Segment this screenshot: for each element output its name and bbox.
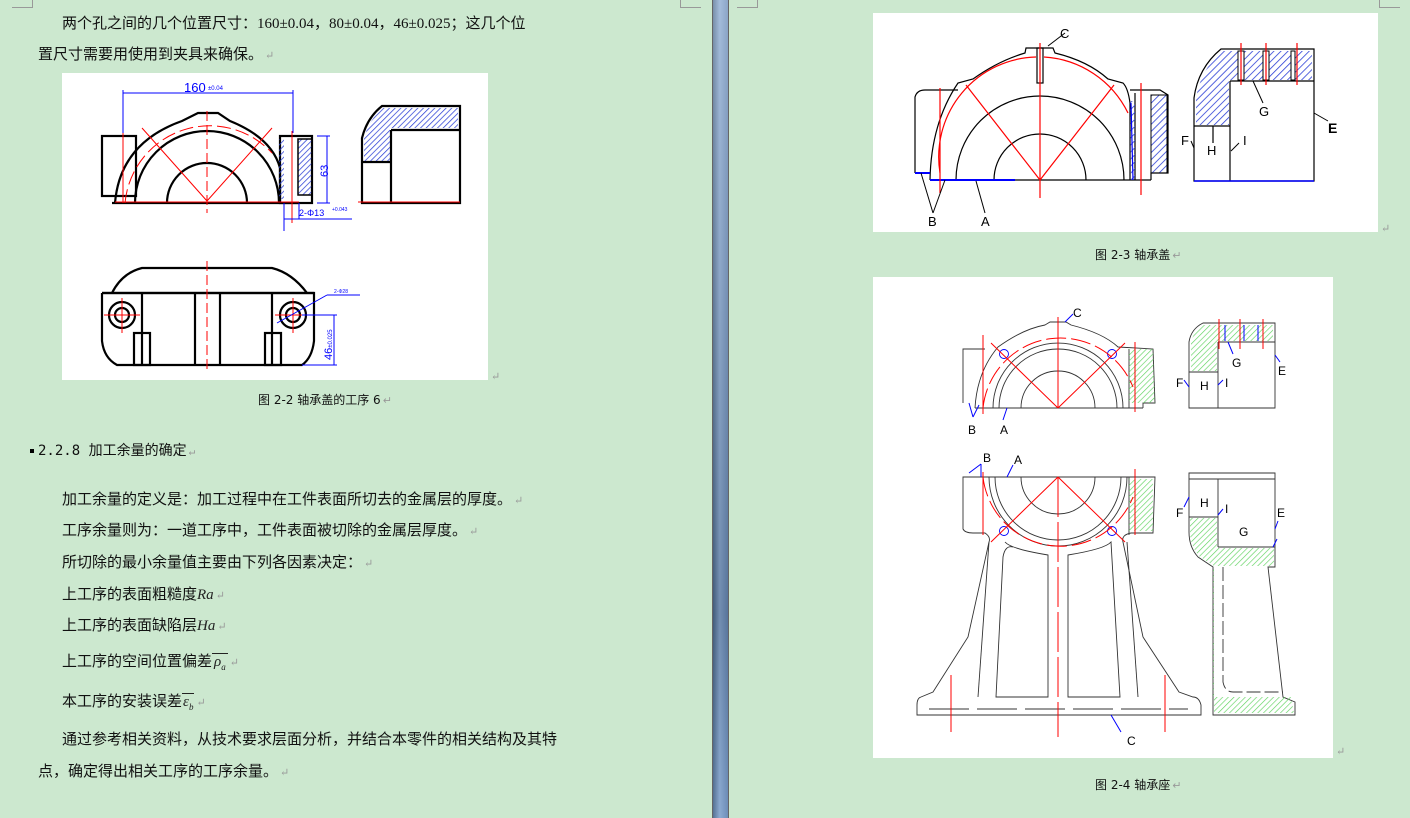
paragraph-mark: ↵: [265, 50, 275, 62]
label-A: A: [1000, 423, 1008, 437]
paragraph-mark: ↵: [491, 371, 501, 383]
heading-bullet-icon: [30, 449, 34, 453]
figure-2-3-image[interactable]: C B A G E F H I: [873, 13, 1378, 232]
bearing-cover-drawing: C B A G E F H I: [914, 26, 1337, 229]
section-heading: 2.2.8 加工余量的确定 ↵: [30, 442, 195, 461]
paragraph-definition: 加工余量的定义是：加工过程中在工件表面所切去的金属层的厚度。 ↵: [62, 492, 524, 508]
label-H: H: [1200, 379, 1209, 393]
conclusion-line-2: 点，确定得出相关工序的工序余量。 ↵: [38, 764, 290, 780]
label-B: B: [928, 214, 937, 229]
margin-corner-mark: [737, 0, 758, 8]
label-A: A: [981, 214, 990, 229]
label-G: G: [1239, 525, 1248, 539]
label-H: H: [1200, 496, 1209, 510]
figure-2-2-image[interactable]: 160 ±0.04 63 2-Φ13 +0.043 2-Φ28 46±0.025: [62, 73, 488, 380]
label-E: E: [1277, 506, 1285, 520]
left-page: 两个孔之间的几个位置尺寸：160±0.04，80±0.04，46±0.025；这…: [0, 0, 712, 818]
dim-63-label: 63: [319, 165, 331, 177]
label-I: I: [1243, 133, 1247, 148]
figure-2-3-caption: 图 2-3 轴承盖 ↵: [1095, 248, 1182, 262]
factor-installation-error: 本工序的安装误差εb ↵: [62, 693, 206, 712]
margin-corner-mark: [1379, 0, 1400, 8]
label-B: B: [983, 451, 991, 465]
paragraph-mark: ↵: [1336, 746, 1346, 758]
factor-position-deviation: 上工序的空间位置偏差 ρa ↵: [62, 653, 239, 672]
intro-line-2-text: 置尺寸需要用使用到夹具来确保。: [38, 47, 264, 63]
margin-corner-mark: [12, 0, 33, 8]
bearing-seat-drawing: C B A B A C G E F H I F H I E G: [916, 306, 1296, 748]
dim-hole-label: 2-Φ13: [299, 208, 324, 218]
dim-160-tolerance: ±0.04: [208, 86, 224, 92]
label-I: I: [1225, 502, 1228, 516]
label-E: E: [1278, 364, 1286, 378]
label-G: G: [1259, 104, 1269, 119]
paragraph-process-allowance: 工序余量则为：一道工序中，工件表面被切除的金属层厚度。 ↵: [62, 523, 479, 539]
label-I: I: [1225, 376, 1228, 390]
factor-roughness: 上工序的表面粗糙度Ra ↵: [62, 587, 225, 603]
paragraph-mark: ↵: [1381, 223, 1391, 235]
dim-hole2-label: 2-Φ28: [334, 289, 348, 295]
paragraph-factors-intro: 所切除的最小余量值主要由下列各因素决定： ↵: [62, 555, 374, 571]
bearing-cover-process-drawing: 160 ±0.04 63 2-Φ13 +0.043 2-Φ28 46±0.025: [100, 80, 462, 373]
margin-corner-mark: [680, 0, 701, 8]
figure-2-4-image[interactable]: C B A B A C G E F H I F H I E G: [873, 277, 1333, 758]
right-page: C B A G E F H I ↵ 图 2-3 轴承盖 ↵ C B A B A …: [729, 0, 1410, 818]
label-G: G: [1232, 356, 1241, 370]
dim-46-label: 46±0.025: [323, 329, 335, 360]
figure-2-2-caption: 图 2-2 轴承盖的工序 6 ↵: [258, 393, 392, 407]
label-E: E: [1328, 120, 1337, 136]
intro-line-1: 两个孔之间的几个位置尺寸：160±0.04，80±0.04，46±0.025；这…: [62, 16, 526, 32]
label-F: F: [1181, 133, 1189, 148]
conclusion-line-1: 通过参考相关资料，从技术要求层面分析，并结合本零件的相关结构及其特: [62, 732, 558, 748]
figure-2-4-caption: 图 2-4 轴承座 ↵: [1095, 778, 1182, 792]
label-H: H: [1207, 143, 1216, 158]
label-F: F: [1176, 376, 1183, 390]
label-B: B: [968, 423, 976, 437]
label-C: C: [1060, 26, 1069, 41]
label-A: A: [1014, 453, 1022, 467]
section-heading-text: 2.2.8 加工余量的确定: [38, 443, 187, 459]
factor-defect-layer: 上工序的表面缺陷层Ha ↵: [62, 618, 227, 634]
label-C: C: [1073, 306, 1082, 320]
label-F: F: [1176, 506, 1183, 520]
dim-hole-tolerance: +0.043: [332, 207, 348, 213]
label-C: C: [1127, 734, 1136, 748]
page-separator: [712, 0, 729, 818]
dim-160-label: 160: [184, 80, 206, 95]
intro-line-2: 置尺寸需要用使用到夹具来确保。 ↵: [38, 46, 274, 65]
